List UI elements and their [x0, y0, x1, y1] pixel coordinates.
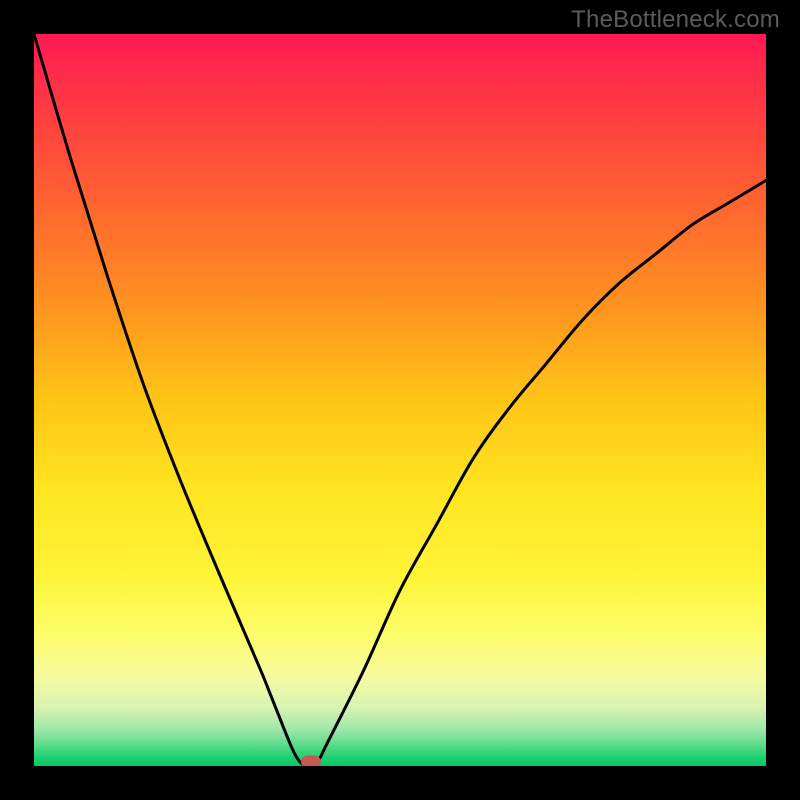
- plot-area: [34, 34, 766, 766]
- bottleneck-curve: [34, 34, 766, 766]
- optimal-marker: [301, 756, 321, 766]
- watermark-text: TheBottleneck.com: [571, 6, 780, 34]
- curve-layer: [34, 34, 766, 766]
- chart-frame: TheBottleneck.com: [0, 0, 800, 800]
